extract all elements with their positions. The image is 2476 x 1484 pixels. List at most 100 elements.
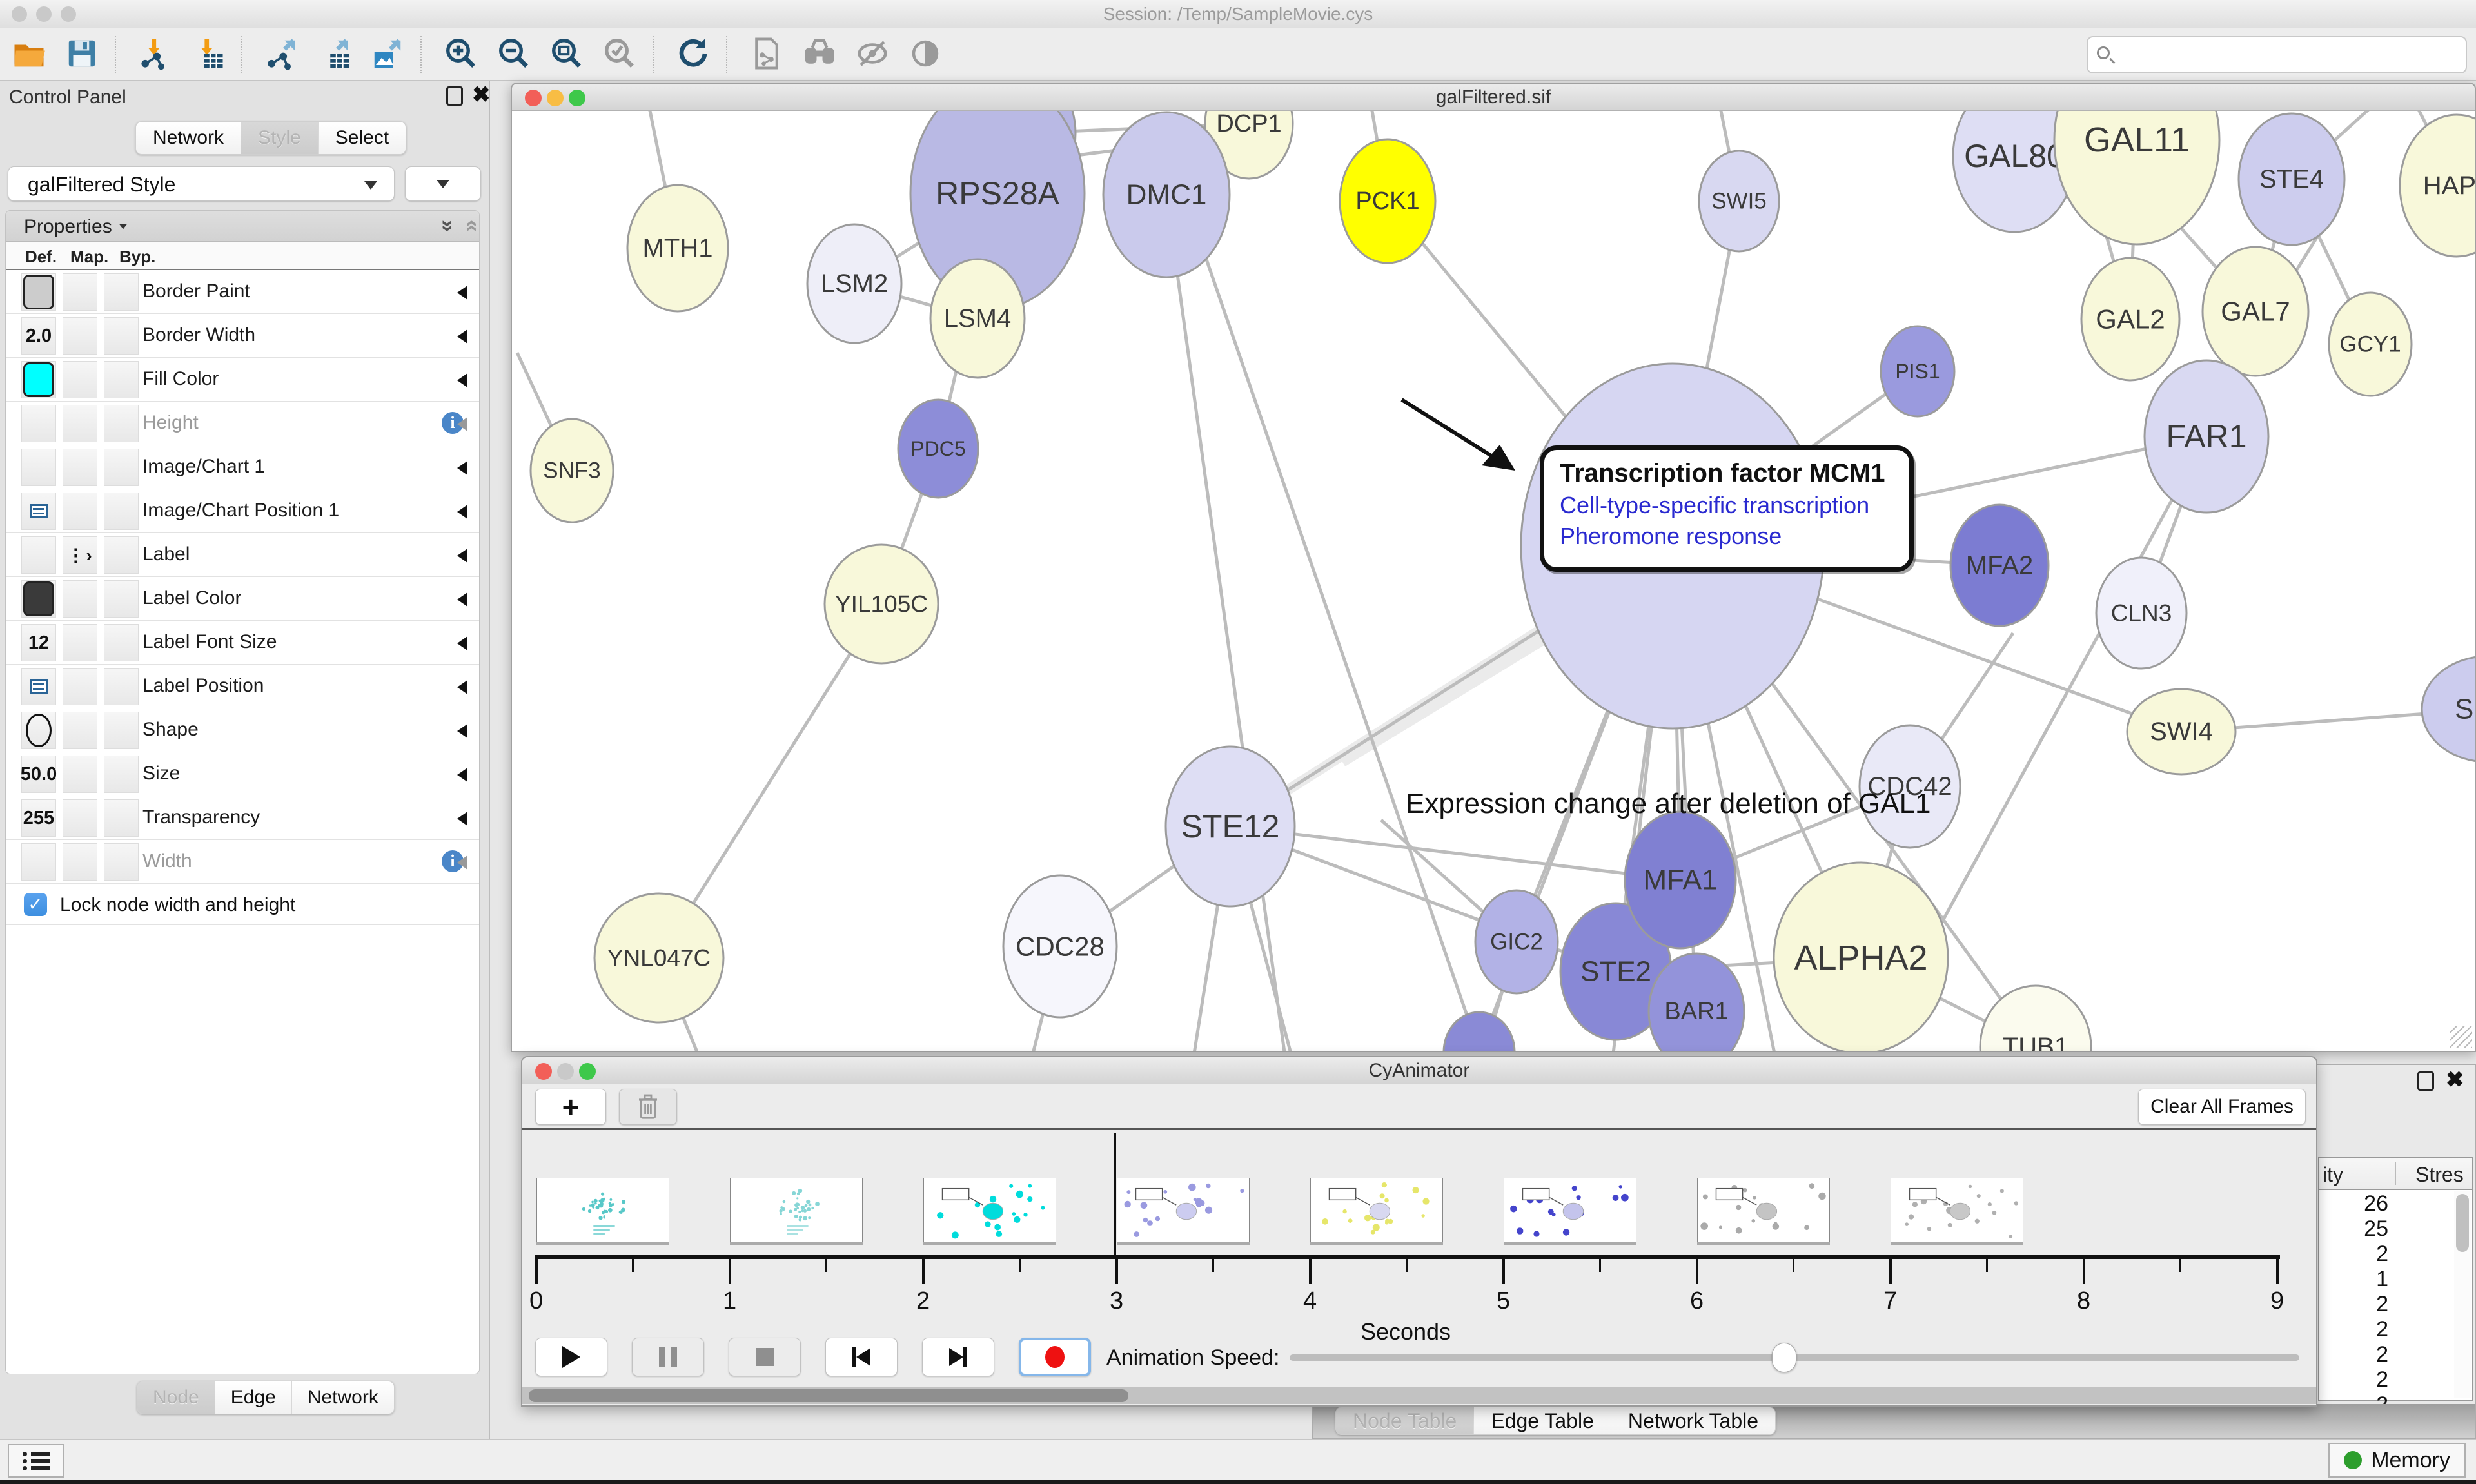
mapping-cell[interactable]: ⋮› — [63, 536, 97, 574]
default-cell[interactable] — [21, 668, 56, 705]
float-panel-icon[interactable] — [2417, 1071, 2434, 1091]
tab-network[interactable]: Network — [292, 1381, 394, 1414]
mapping-cell[interactable] — [63, 624, 97, 661]
default-cell[interactable] — [21, 405, 56, 442]
maximize-window-icon[interactable] — [569, 90, 585, 106]
frame-thumbnail-7[interactable] — [1697, 1178, 1830, 1242]
position-icon[interactable] — [30, 679, 48, 694]
frame-thumbnail-5[interactable] — [1310, 1178, 1443, 1242]
network-node-swi4[interactable]: SWI4 — [2127, 689, 2235, 774]
default-value[interactable]: 12 — [28, 632, 49, 654]
default-cell[interactable] — [21, 536, 56, 574]
mapping-cell[interactable] — [63, 273, 97, 311]
mcm1-annotation[interactable]: Transcription factor MCM1 Cell-type-spec… — [1540, 445, 1914, 572]
collapse-arrow-icon[interactable] — [457, 812, 467, 826]
node-table-header[interactable]: ity Stres — [2319, 1158, 2472, 1190]
maximize-window-icon[interactable] — [61, 6, 76, 22]
network-window-traffic-lights[interactable] — [525, 90, 591, 110]
property-row-fill-color[interactable]: Fill Color — [6, 358, 479, 402]
position-icon[interactable] — [30, 504, 48, 518]
pause-button[interactable] — [632, 1338, 704, 1376]
property-row-label-font-size[interactable]: 12Label Font Size — [6, 621, 479, 665]
bypass-cell[interactable] — [104, 317, 139, 355]
network-node-mfa1[interactable]: MFA1 — [1625, 812, 1736, 948]
table-cell-value[interactable]: 25 — [2319, 1216, 2388, 1242]
toggle-view-button[interactable] — [905, 35, 945, 75]
ellipse-shape-icon[interactable] — [26, 714, 52, 747]
table-cell-value[interactable]: 2 — [2319, 1317, 2388, 1342]
default-cell[interactable] — [21, 843, 56, 881]
default-cell[interactable] — [21, 493, 56, 530]
network-node-alpha2[interactable]: ALPHA2 — [1774, 863, 1948, 1051]
import-network-button[interactable] — [135, 35, 175, 75]
bypass-cell[interactable] — [104, 536, 139, 574]
network-node-pis1[interactable]: PIS1 — [1881, 326, 1954, 416]
close-window-icon[interactable] — [525, 90, 542, 106]
table-cell-value[interactable]: 2 — [2319, 1292, 2388, 1317]
collapse-arrow-icon[interactable] — [457, 286, 467, 300]
bypass-cell[interactable] — [104, 756, 139, 793]
clear-all-frames-button[interactable]: Clear All Frames — [2138, 1089, 2306, 1125]
network-node-gal11[interactable]: GAL11 — [2054, 111, 2219, 244]
bypass-cell[interactable] — [104, 273, 139, 311]
network-window-titlebar[interactable]: galFiltered.sif — [512, 84, 2475, 111]
network-node-gal7[interactable]: GAL7 — [2203, 247, 2308, 376]
network-node-hap2[interactable]: HAP2 — [2400, 115, 2475, 257]
refresh-layout-button[interactable] — [673, 35, 713, 75]
collapse-arrow-icon[interactable] — [457, 417, 467, 431]
collapse-all-icon[interactable]: « — [460, 220, 480, 232]
bypass-cell[interactable] — [104, 624, 139, 661]
network-node-gic2[interactable]: GIC2 — [1475, 890, 1558, 993]
mapping-cell[interactable] — [63, 405, 97, 442]
collapse-arrow-icon[interactable] — [457, 636, 467, 650]
property-row-image-chart-1[interactable]: Image/Chart 1 — [6, 445, 479, 489]
mapping-cell[interactable] — [63, 449, 97, 486]
property-row-label-color[interactable]: Label Color — [6, 577, 479, 621]
expand-all-icon[interactable]: » — [435, 220, 460, 232]
bypass-cell[interactable] — [104, 580, 139, 618]
export-image-button[interactable] — [368, 35, 408, 75]
default-cell[interactable]: 50.0 — [21, 756, 56, 793]
close-window-icon[interactable] — [535, 1063, 552, 1080]
network-edge[interactable] — [1189, 209, 1479, 1051]
delete-frame-button[interactable] — [619, 1089, 677, 1125]
minimize-window-icon[interactable] — [547, 90, 564, 106]
bypass-cell[interactable] — [104, 799, 139, 837]
property-row-height[interactable]: Heighti — [6, 402, 479, 445]
mapping-cell[interactable] — [63, 493, 97, 530]
table-cell-value[interactable]: 26 — [2319, 1191, 2388, 1216]
search-network-button[interactable] — [800, 35, 840, 75]
discrete-mapping-icon[interactable]: ⋮› — [66, 545, 93, 566]
network-node-yil105c[interactable]: YIL105C — [825, 545, 938, 663]
mapping-cell[interactable] — [63, 843, 97, 881]
network-node-cdc42[interactable]: CDC42 — [1860, 725, 1960, 848]
network-node-cdc28[interactable]: CDC28 — [1003, 875, 1117, 1017]
show-panel-list-button[interactable] — [8, 1444, 64, 1478]
properties-header[interactable]: Properties » « — [6, 211, 479, 242]
style-options-button[interactable] — [405, 166, 481, 201]
default-cell[interactable]: 255 — [21, 799, 56, 837]
collapse-arrow-icon[interactable] — [457, 505, 467, 519]
network-node-slt2[interactable]: SLT2 — [2422, 656, 2475, 762]
default-value[interactable]: 50.0 — [21, 764, 57, 785]
network-canvas[interactable]: DCP1RPS28ADMC1PCK1SWI5GAL80GAL11STE4HAP2… — [512, 111, 2475, 1051]
tab-select[interactable]: Select — [319, 122, 406, 154]
network-node-mfa2[interactable]: MFA2 — [1950, 505, 2049, 626]
bypass-cell[interactable] — [104, 493, 139, 530]
frame-thumbnail-1[interactable] — [536, 1178, 669, 1242]
style-selector[interactable]: galFiltered Style — [8, 166, 395, 201]
annotation-link-1[interactable]: Cell-type-specific transcription — [1560, 492, 1894, 519]
table-cell-value[interactable]: 1 — [2319, 1267, 2388, 1292]
bypass-cell[interactable] — [104, 405, 139, 442]
memory-button[interactable]: Memory — [2328, 1443, 2466, 1478]
network-node-pdc5[interactable]: PDC5 — [898, 400, 978, 498]
network-node-mth1[interactable]: MTH1 — [627, 185, 728, 311]
collapse-arrow-icon[interactable] — [457, 329, 467, 344]
next-frame-button[interactable] — [922, 1338, 994, 1376]
network-node-ynl047c[interactable]: YNL047C — [594, 893, 723, 1022]
frame-thumbnail-8[interactable] — [1891, 1178, 2023, 1242]
mapping-cell[interactable] — [63, 580, 97, 618]
collapse-arrow-icon[interactable] — [457, 373, 467, 387]
column-divider[interactable] — [2395, 1162, 2396, 1185]
default-cell[interactable] — [21, 712, 56, 749]
